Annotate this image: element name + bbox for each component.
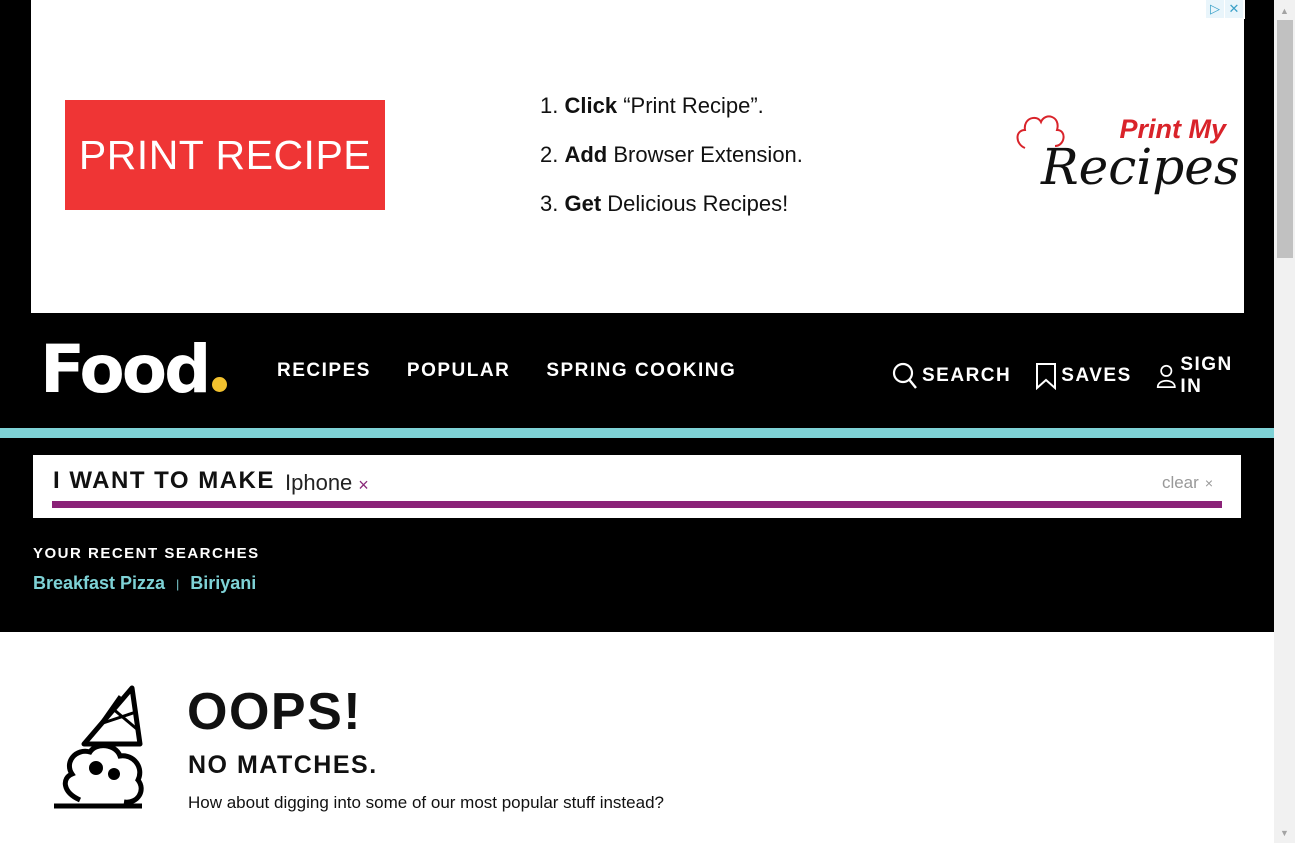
ad-logo-bottom: Recipes [1041, 138, 1240, 196]
recent-searches-title: YOUR RECENT SEARCHES [33, 545, 260, 562]
bookmark-icon [1036, 363, 1057, 390]
ad-step-3: 3. Get Delicious Recipes! [540, 191, 789, 216]
clear-icon: × [1204, 475, 1213, 491]
header-accent-bar [0, 428, 1274, 438]
ad-corner: ▷ ✕ [1205, 0, 1245, 19]
search-underline [52, 501, 1222, 508]
food-logo[interactable]: Food [40, 331, 228, 408]
ad-step-1: 1. Click “Print Recipe”. [540, 93, 764, 118]
ad-print-recipe-button[interactable]: PRINT RECIPE [65, 100, 385, 210]
search-label: SEARCH [922, 365, 1012, 386]
scroll-down-arrow-icon[interactable]: ▼ [1274, 824, 1295, 841]
dropped-ice-cream-icon [54, 685, 144, 809]
main-nav: RECIPES POPULAR SPRING COOKING [277, 360, 772, 382]
scroll-up-arrow-icon[interactable]: ▲ [1274, 2, 1295, 19]
ad-banner[interactable]: PRINT RECIPE 1. Click “Print Recipe”. 2.… [31, 0, 1244, 313]
scrollbar[interactable]: ▲ ▼ [1274, 0, 1295, 843]
ad-steps: 1. Click “Print Recipe”. 2. Add Browser … [540, 88, 803, 235]
sign-in-label: SIGN IN [1180, 354, 1233, 397]
saves-button[interactable]: SAVES [1035, 354, 1132, 398]
scroll-thumb[interactable] [1277, 20, 1293, 258]
search-prompt-label: I WANT TO MAKE [53, 467, 275, 494]
user-icon [1156, 364, 1176, 389]
sign-in-button[interactable]: SIGN IN [1156, 354, 1250, 398]
adchoices-icon[interactable]: ▷ [1206, 0, 1224, 18]
recent-searches-list: Breakfast Pizza | Biriyani [33, 573, 256, 594]
utility-nav: SEARCH SAVES SIGN IN [892, 354, 1274, 398]
recent-separator: | [176, 576, 180, 591]
nav-popular[interactable]: POPULAR [407, 360, 510, 382]
search-term-chip: Iphone × [285, 470, 369, 496]
clear-label: clear [1161, 473, 1199, 492]
recent-search-item[interactable]: Breakfast Pizza [33, 573, 165, 594]
search-icon [892, 362, 917, 389]
no-results-message: How about digging into some of our most … [188, 793, 664, 812]
clear-button[interactable]: clear × [1162, 473, 1213, 493]
print-my-recipes-logo: Print My Recipes [1011, 100, 1240, 210]
site-header: Food RECIPES POPULAR SPRING COOKING SEAR… [0, 313, 1274, 428]
recent-search-item[interactable]: Biriyani [190, 573, 256, 594]
no-results-subtitle: NO MATCHES. [188, 751, 378, 779]
results-content: OOPS! NO MATCHES. How about digging into… [0, 632, 1274, 843]
search-box[interactable]: I WANT TO MAKE Iphone × clear × [33, 455, 1241, 518]
nav-recipes[interactable]: RECIPES [277, 360, 371, 382]
no-results-title: OOPS! [187, 683, 363, 741]
ad-step-2: 2. Add Browser Extension. [540, 142, 803, 167]
logo-dot [212, 377, 228, 392]
saves-label: SAVES [1061, 365, 1132, 386]
search-term-text: Iphone [285, 470, 353, 495]
remove-term-icon[interactable]: × [358, 475, 369, 496]
search-panel: I WANT TO MAKE Iphone × clear × YOUR REC… [0, 438, 1274, 632]
ad-close-icon[interactable]: ✕ [1225, 0, 1243, 18]
search-button[interactable]: SEARCH [892, 354, 1011, 398]
nav-spring-cooking[interactable]: SPRING COOKING [546, 360, 736, 382]
